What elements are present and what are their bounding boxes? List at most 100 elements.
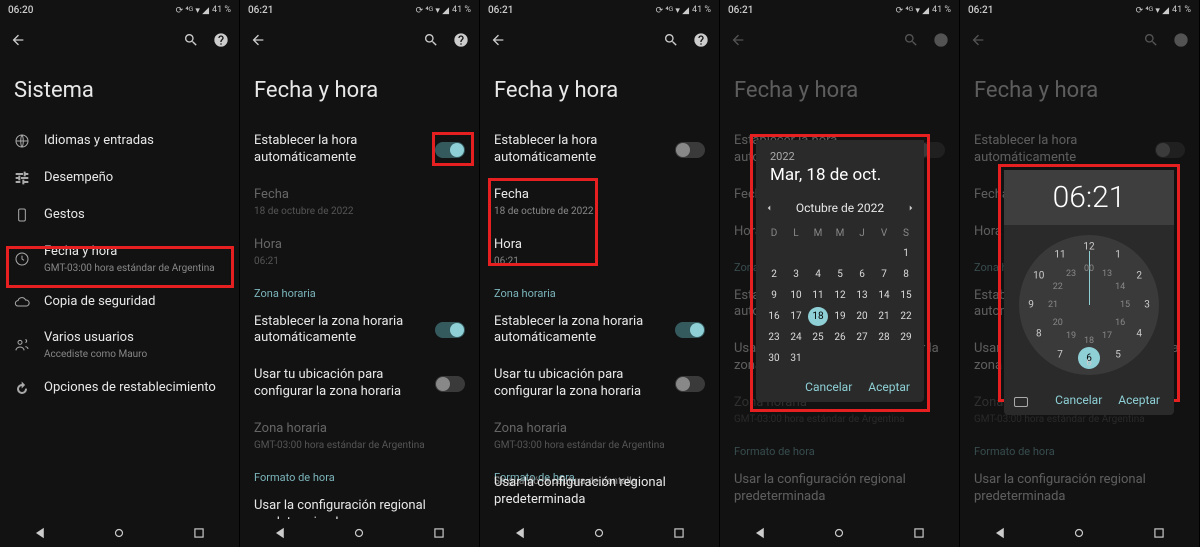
cal-day[interactable]: 21: [874, 307, 894, 326]
clock-hour[interactable]: 9: [1028, 300, 1034, 311]
cal-day[interactable]: 28: [874, 328, 894, 347]
clock-hour[interactable]: 10: [1033, 271, 1044, 282]
cal-day[interactable]: 18: [808, 307, 828, 326]
cal-day[interactable]: 15: [896, 286, 916, 305]
clock-hour[interactable]: 8: [1036, 329, 1042, 340]
cal-day[interactable]: 25: [808, 328, 828, 347]
cal-day[interactable]: 13: [852, 286, 872, 305]
nav-back-icon[interactable]: [33, 526, 47, 540]
clock-hour-inner[interactable]: 00: [1084, 264, 1094, 274]
help-icon[interactable]: [213, 32, 229, 48]
clock-hour[interactable]: 11: [1054, 249, 1065, 260]
clock-hour[interactable]: 5: [1115, 350, 1121, 361]
nav-home-icon[interactable]: [1072, 526, 1086, 540]
item-varios-usuarios[interactable]: Varios usuarios Accediste como Mauro: [0, 320, 239, 370]
item-idiomas[interactable]: Idiomas y entradas: [0, 123, 239, 160]
month-label[interactable]: Octubre de 2022: [796, 201, 884, 215]
toggle-use-location[interactable]: [675, 376, 705, 392]
nav-recent-icon[interactable]: [912, 526, 926, 540]
cal-day[interactable]: 14: [874, 286, 894, 305]
item-copia[interactable]: Copia de seguridad: [0, 284, 239, 321]
cal-day[interactable]: 19: [830, 307, 850, 326]
clock-hour-inner[interactable]: 18: [1084, 336, 1094, 346]
year[interactable]: 2022: [770, 150, 910, 163]
clock-hour-inner[interactable]: 21: [1048, 300, 1058, 310]
nav-recent-icon[interactable]: [432, 526, 446, 540]
clock-hour-inner[interactable]: 17: [1102, 331, 1112, 341]
item-restablecimiento[interactable]: Opciones de restablecimiento: [0, 370, 239, 407]
keyboard-icon[interactable]: [1014, 397, 1028, 407]
back-arrow-icon[interactable]: [250, 32, 266, 48]
cal-day[interactable]: 31: [786, 349, 806, 368]
toggle-auto-time[interactable]: [435, 142, 465, 158]
item-use-location[interactable]: Usar tu ubicación para configurar la zon…: [240, 357, 479, 411]
clock-hour-inner[interactable]: 13: [1102, 269, 1112, 279]
item-auto-zone[interactable]: Establecer la zona horaria automáticamen…: [480, 304, 719, 358]
cal-day[interactable]: 1: [896, 244, 916, 263]
nav-back-icon[interactable]: [753, 526, 767, 540]
clock-hour-inner[interactable]: 20: [1053, 318, 1063, 328]
help-icon[interactable]: [453, 32, 469, 48]
toggle-use-location[interactable]: [435, 376, 465, 392]
clock-face[interactable]: 6 12123456789101100131415161718192021222…: [1019, 235, 1159, 375]
cal-day[interactable]: 24: [786, 328, 806, 347]
cal-day[interactable]: 12: [830, 286, 850, 305]
cal-day[interactable]: 6: [852, 265, 872, 284]
nav-recent-icon[interactable]: [192, 526, 206, 540]
search-icon[interactable]: [183, 32, 199, 48]
cancel-button[interactable]: Cancelar: [1055, 393, 1102, 407]
cal-day[interactable]: 30: [764, 349, 784, 368]
cal-day[interactable]: 22: [896, 307, 916, 326]
clock-hour[interactable]: 12: [1083, 242, 1094, 253]
nav-recent-icon[interactable]: [672, 526, 686, 540]
clock-hour-inner[interactable]: 23: [1066, 269, 1076, 279]
nav-home-icon[interactable]: [832, 526, 846, 540]
next-month-icon[interactable]: [906, 203, 916, 213]
clock-hour[interactable]: 4: [1136, 329, 1142, 340]
clock-hour-inner[interactable]: 22: [1053, 282, 1063, 292]
back-arrow-icon[interactable]: [490, 32, 506, 48]
nav-home-icon[interactable]: [352, 526, 366, 540]
toggle-auto-zone[interactable]: [435, 322, 465, 338]
item-auto-time[interactable]: Establecer la hora automáticamente: [240, 123, 479, 177]
clock-hour-inner[interactable]: 19: [1066, 331, 1076, 341]
clock-hour[interactable]: 2: [1136, 271, 1142, 282]
prev-month-icon[interactable]: [764, 203, 774, 213]
cal-day[interactable]: 7: [874, 265, 894, 284]
nav-home-icon[interactable]: [112, 526, 126, 540]
cal-day[interactable]: 9: [764, 286, 784, 305]
item-hora[interactable]: Hora 06:21: [480, 227, 719, 277]
cal-day[interactable]: 8: [896, 265, 916, 284]
cancel-button[interactable]: Cancelar: [805, 380, 852, 394]
nav-back-icon[interactable]: [273, 526, 287, 540]
item-fecha-hora[interactable]: Fecha y hora GMT-03:00 hora estándar de …: [0, 234, 239, 284]
clock-hour[interactable]: 6: [1086, 358, 1092, 369]
clock-hour-inner[interactable]: 14: [1115, 282, 1125, 292]
help-icon[interactable]: [693, 32, 709, 48]
search-icon[interactable]: [423, 32, 439, 48]
cal-day[interactable]: 2: [764, 265, 784, 284]
cal-day[interactable]: 27: [852, 328, 872, 347]
cal-day[interactable]: 20: [852, 307, 872, 326]
cal-day[interactable]: 29: [896, 328, 916, 347]
nav-recent-icon[interactable]: [1152, 526, 1166, 540]
item-regional[interactable]: Usar la configuración regional predeterm…: [480, 465, 719, 519]
time-display[interactable]: 06:21: [1004, 170, 1174, 225]
cal-day[interactable]: 4: [808, 265, 828, 284]
clock-hour[interactable]: 3: [1144, 300, 1150, 311]
item-desempeno[interactable]: Desempeño: [0, 160, 239, 197]
cal-day[interactable]: 5: [830, 265, 850, 284]
item-auto-zone[interactable]: Establecer la zona horaria automáticamen…: [240, 304, 479, 358]
nav-back-icon[interactable]: [513, 526, 527, 540]
accept-button[interactable]: Aceptar: [868, 380, 910, 394]
search-icon[interactable]: [663, 32, 679, 48]
accept-button[interactable]: Aceptar: [1118, 393, 1160, 407]
clock-hour-inner[interactable]: 16: [1115, 318, 1125, 328]
item-use-location[interactable]: Usar tu ubicación para configurar la zon…: [480, 357, 719, 411]
clock-hour-inner[interactable]: 15: [1120, 300, 1130, 310]
cal-day[interactable]: 17: [786, 307, 806, 326]
clock-hour[interactable]: 1: [1115, 249, 1121, 260]
toggle-auto-time[interactable]: [675, 142, 705, 158]
nav-back-icon[interactable]: [993, 526, 1007, 540]
clock-hour[interactable]: 7: [1057, 350, 1063, 361]
